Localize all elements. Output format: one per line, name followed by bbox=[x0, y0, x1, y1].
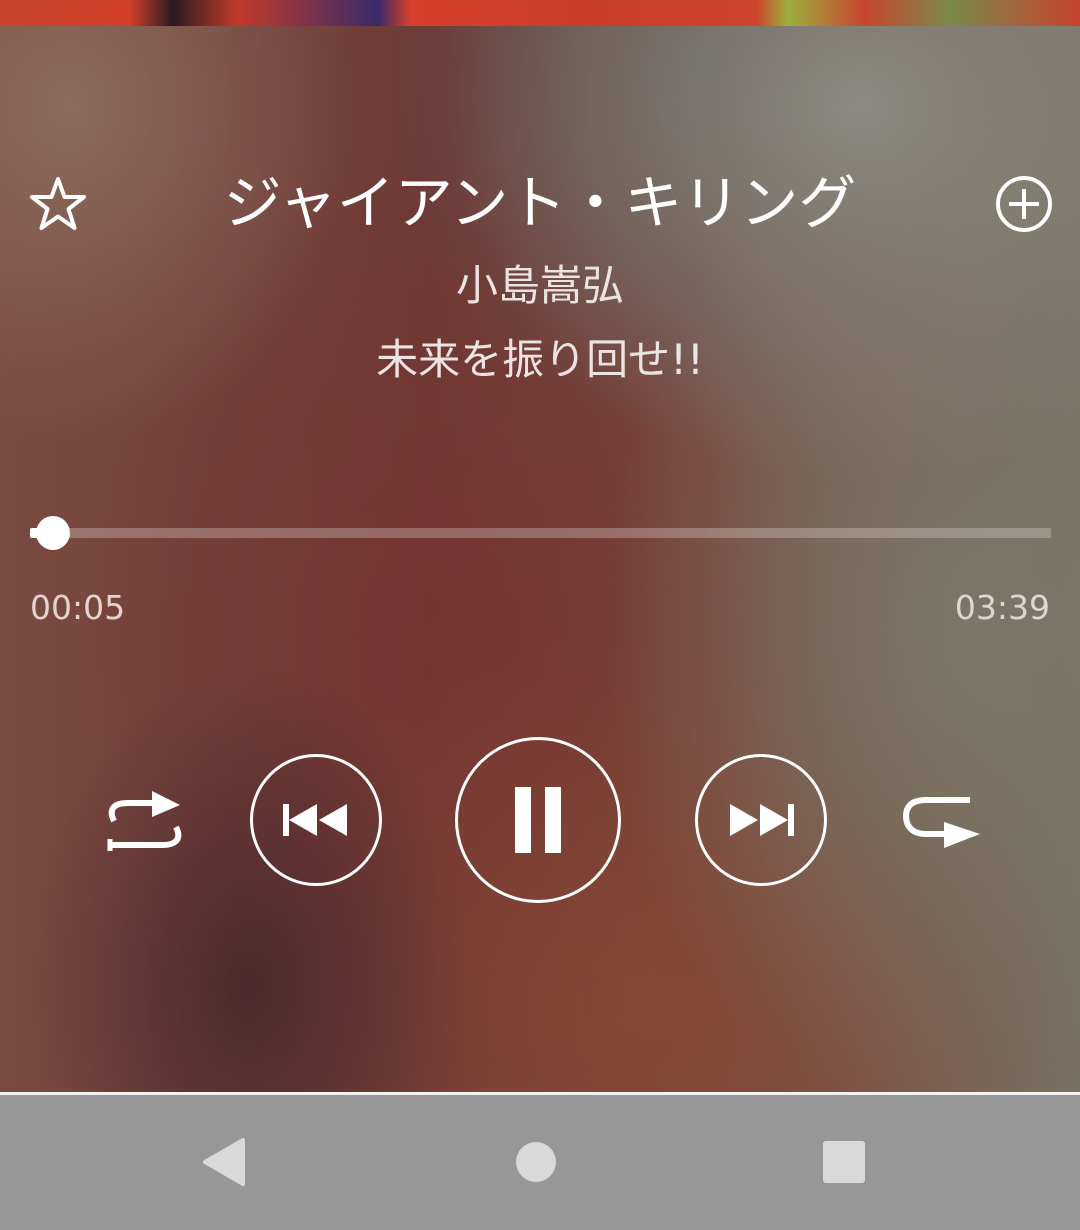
pause-icon bbox=[515, 787, 561, 853]
back-triangle-icon bbox=[203, 1138, 245, 1186]
track-artist: 小島嵩弘 bbox=[455, 261, 624, 310]
shuffle-button[interactable] bbox=[100, 785, 190, 855]
previous-button[interactable] bbox=[250, 754, 382, 886]
seek-track bbox=[30, 528, 1051, 538]
album-art-strip bbox=[0, 0, 1080, 26]
recent-square-icon bbox=[823, 1141, 865, 1183]
plus-circle-icon bbox=[996, 176, 1052, 232]
favorite-button[interactable] bbox=[26, 174, 90, 234]
shuffle-icon bbox=[107, 791, 182, 851]
repeat-icon bbox=[902, 797, 980, 848]
home-circle-icon bbox=[516, 1142, 556, 1182]
track-title: ジャイアント・キリング bbox=[223, 169, 857, 237]
total-time: 03:39 bbox=[954, 588, 1050, 627]
music-player-screen: ジャイアント・キリング 小島嵩弘 未来を振り回せ!! 00:05 03:39 bbox=[0, 0, 1080, 1230]
pause-button[interactable] bbox=[455, 737, 621, 903]
nav-back-button[interactable] bbox=[192, 1130, 256, 1194]
repeat-button[interactable] bbox=[896, 792, 986, 856]
skip-next-icon bbox=[730, 804, 794, 836]
add-to-playlist-button[interactable] bbox=[992, 172, 1056, 236]
nav-home-button[interactable] bbox=[504, 1130, 568, 1194]
nav-recent-apps-button[interactable] bbox=[812, 1130, 876, 1194]
next-button[interactable] bbox=[695, 754, 827, 886]
skip-previous-icon bbox=[283, 804, 347, 836]
seek-bar[interactable] bbox=[30, 516, 1051, 550]
elapsed-time: 00:05 bbox=[30, 588, 126, 627]
star-outline-icon bbox=[30, 177, 86, 230]
track-album: 未来を振り回せ!! bbox=[376, 335, 704, 384]
